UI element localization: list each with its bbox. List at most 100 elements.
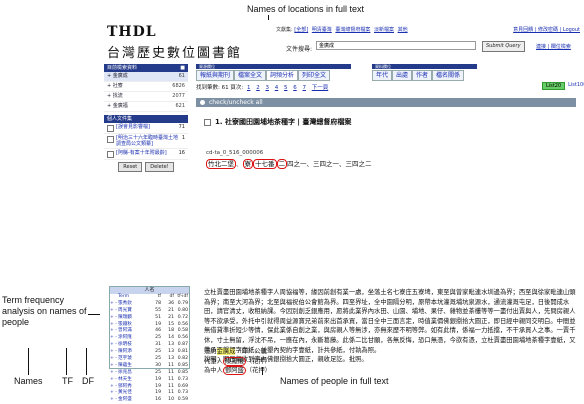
tfidf-value: 0.85 bbox=[177, 369, 188, 375]
db-prefix: 文獻集: bbox=[276, 27, 293, 33]
tab-print[interactable]: 列印全文 bbox=[298, 70, 331, 81]
thdl-app-window: THDL 台灣歷史數位圖書館 文獻集: [全部] 明清臺灣 臺灣總督府檔案 淡新… bbox=[100, 20, 584, 402]
tab-source[interactable]: 出處 bbox=[392, 70, 413, 81]
tfidf-value: 0.85 bbox=[177, 362, 188, 368]
sidebar-item-query-4[interactable]: + 金廣福 621 bbox=[104, 102, 188, 112]
tf-term[interactable]: 黃光佳 bbox=[118, 390, 147, 397]
tab-filename[interactable]: 檔名關係 bbox=[432, 70, 465, 81]
tf-row[interactable]: + - 陳瑞麟 51 21 0.72 bbox=[110, 315, 189, 322]
tf-term[interactable]: 林天生 bbox=[118, 377, 147, 384]
plus-minus-icon[interactable]: + - bbox=[110, 356, 118, 363]
tf-panel-title: 人名 bbox=[110, 287, 189, 294]
submit-query-button[interactable]: Submit Query bbox=[482, 41, 525, 52]
tf-rows: + - 張秀欽 78 36 0.79 + - 周光寶 55 21 0.80 + - 陳瑞麟 51 21 0.… bbox=[110, 301, 189, 404]
library-buttons: Reset Delete! bbox=[104, 160, 188, 174]
page-link[interactable]: 1 bbox=[247, 85, 251, 91]
tf-value: 16 bbox=[155, 397, 161, 403]
sidebar: 目前檢索資料 ■ + 金廣成 61 + 社寮 6826 + 找流 2077 + 金廣福… bbox=[104, 64, 188, 174]
tfidf-value: 0.72 bbox=[177, 314, 188, 320]
document-title[interactable]: 1. 社寮國田園埔地茶種字 | 臺灣總督府檔案 bbox=[204, 117, 351, 127]
df-value: 11 bbox=[168, 369, 174, 375]
search-options-links[interactable]: 連接 | 欄位檢索 bbox=[536, 43, 571, 50]
tf-row[interactable]: + - 陳蘊生 30 11 0.85 bbox=[110, 363, 189, 370]
plus-minus-icon[interactable]: + - bbox=[110, 370, 118, 377]
personal-library-header: 個人文件集 bbox=[104, 115, 188, 123]
page-link[interactable]: 4 bbox=[275, 85, 279, 91]
tf-row[interactable]: + - 周光寶 55 21 0.80 bbox=[110, 308, 189, 315]
db-link-mingqing[interactable]: 明清臺灣 bbox=[312, 27, 332, 33]
list100-button[interactable]: List100 bbox=[568, 82, 584, 90]
account-links[interactable]: 意見回饋 | 修改密碼 | Logout bbox=[513, 26, 580, 33]
tf-term[interactable]: 徐兆昌 bbox=[118, 370, 147, 377]
tf-row[interactable]: + - 張秀欽 78 36 0.79 bbox=[110, 301, 189, 308]
tf-value: 19 bbox=[155, 376, 161, 382]
plus-minus-icon[interactable]: + - bbox=[110, 349, 118, 356]
tf-value: 25 bbox=[155, 349, 161, 355]
search-input[interactable] bbox=[316, 41, 476, 50]
tf-col-tfidf[interactable]: tf-idf bbox=[174, 294, 188, 301]
plus-minus-icon[interactable]: + - bbox=[110, 301, 118, 308]
tf-value: 19 bbox=[155, 390, 161, 396]
tfidf-value: 0.59 bbox=[177, 397, 188, 403]
plus-minus-icon[interactable]: + - bbox=[110, 390, 118, 397]
collapse-icon[interactable]: ■ bbox=[180, 64, 185, 72]
page-link[interactable]: 5 bbox=[284, 85, 288, 91]
plus-minus-icon[interactable]: + - bbox=[110, 363, 118, 370]
tf-row[interactable]: + - 陳阿添 25 13 0.81 bbox=[110, 349, 189, 356]
tf-row[interactable]: + - 金阿盛 16 10 0.59 bbox=[110, 397, 189, 404]
tab-term-frequency[interactable]: 詞頻分析 bbox=[266, 70, 299, 81]
tf-term[interactable]: 周光寶 bbox=[118, 308, 147, 315]
tf-row[interactable]: + - 徐兆昌 25 11 0.85 bbox=[110, 370, 189, 377]
tf-term[interactable]: 陳瑞麟 bbox=[118, 315, 147, 322]
tf-term[interactable]: 范宇琥 bbox=[118, 356, 147, 363]
check-uncheck-all-bar[interactable]: check/uncheck all bbox=[196, 98, 576, 107]
arrow-tf bbox=[66, 348, 67, 375]
tab-newspapers[interactable]: 報紙與期刊 bbox=[196, 70, 235, 81]
tf-term[interactable]: 金阿盛 bbox=[118, 397, 147, 404]
tf-row[interactable]: + - 林天生 19 11 0.73 bbox=[110, 377, 189, 384]
db-link-all[interactable]: [全部] bbox=[294, 27, 308, 33]
page-link[interactable]: 3 bbox=[265, 85, 269, 91]
reset-button[interactable]: Reset bbox=[118, 162, 143, 172]
tab-fulltext[interactable]: 檔案全文 bbox=[234, 70, 267, 81]
sidebar-header: 目前檢索資料 ■ bbox=[104, 64, 188, 72]
df-value: 13 bbox=[168, 349, 174, 355]
db-link-danxin[interactable]: 淡新檔案 bbox=[374, 27, 394, 33]
page-link[interactable]: 7 bbox=[302, 85, 306, 91]
db-link-other[interactable]: 其他 bbox=[398, 27, 408, 33]
tab-year[interactable]: 年代 bbox=[372, 70, 393, 81]
tf-value: 51 bbox=[155, 314, 161, 320]
tf-col-df[interactable]: df bbox=[161, 294, 174, 301]
plus-minus-icon[interactable]: + - bbox=[110, 397, 118, 404]
page-link[interactable]: 2 bbox=[256, 85, 260, 91]
library-item-3[interactable]: [阿縣-有案十年附最齡] 16 bbox=[104, 149, 188, 160]
plus-minus-icon[interactable]: + - bbox=[110, 377, 118, 384]
sidebar-item-query-2[interactable]: + 社寮 6826 bbox=[104, 82, 188, 92]
tf-term[interactable]: 陳阿添 bbox=[118, 349, 147, 356]
tf-term[interactable]: 張秀欽 bbox=[118, 301, 147, 308]
library-item-1[interactable]: [誤會見影響檔] 71 bbox=[104, 123, 188, 134]
plus-minus-icon[interactable]: + - bbox=[110, 308, 118, 315]
tf-row[interactable]: + - 范宇琥 25 13 0.82 bbox=[110, 356, 189, 363]
library-checkbox[interactable] bbox=[107, 136, 114, 143]
tf-term[interactable]: 陳蘊生 bbox=[118, 363, 147, 370]
next-page-link[interactable]: 下一頁 bbox=[312, 85, 329, 91]
tf-row[interactable]: + - 黃光佳 19 11 0.73 bbox=[110, 390, 189, 397]
plus-minus-icon[interactable]: + - bbox=[110, 315, 118, 322]
sidebar-item-query-1[interactable]: + 金廣成 61 bbox=[104, 72, 188, 82]
page-link[interactable]: 6 bbox=[293, 85, 297, 91]
tfidf-value: 0.73 bbox=[177, 376, 188, 382]
document-checkbox[interactable] bbox=[204, 118, 211, 126]
tf-col-term[interactable]: Term bbox=[118, 294, 147, 301]
delete-button[interactable]: Delete! bbox=[145, 162, 174, 172]
db-link-governor[interactable]: 臺灣總督府檔案 bbox=[335, 27, 370, 33]
list20-button[interactable]: List20 bbox=[542, 82, 566, 90]
library-checkbox[interactable] bbox=[107, 125, 114, 132]
person-name: 金廣成 bbox=[216, 348, 236, 355]
sidebar-item-query-3[interactable]: + 找流 2077 bbox=[104, 92, 188, 102]
df-value: 11 bbox=[168, 362, 174, 368]
tab-author[interactable]: 作者 bbox=[412, 70, 433, 81]
tf-col-tf[interactable]: tf bbox=[147, 294, 161, 301]
library-checkbox[interactable] bbox=[107, 151, 114, 158]
library-item-2[interactable]: [明治三十六年臨時臺灣土地調查局公文類纂] 1 bbox=[104, 134, 188, 149]
